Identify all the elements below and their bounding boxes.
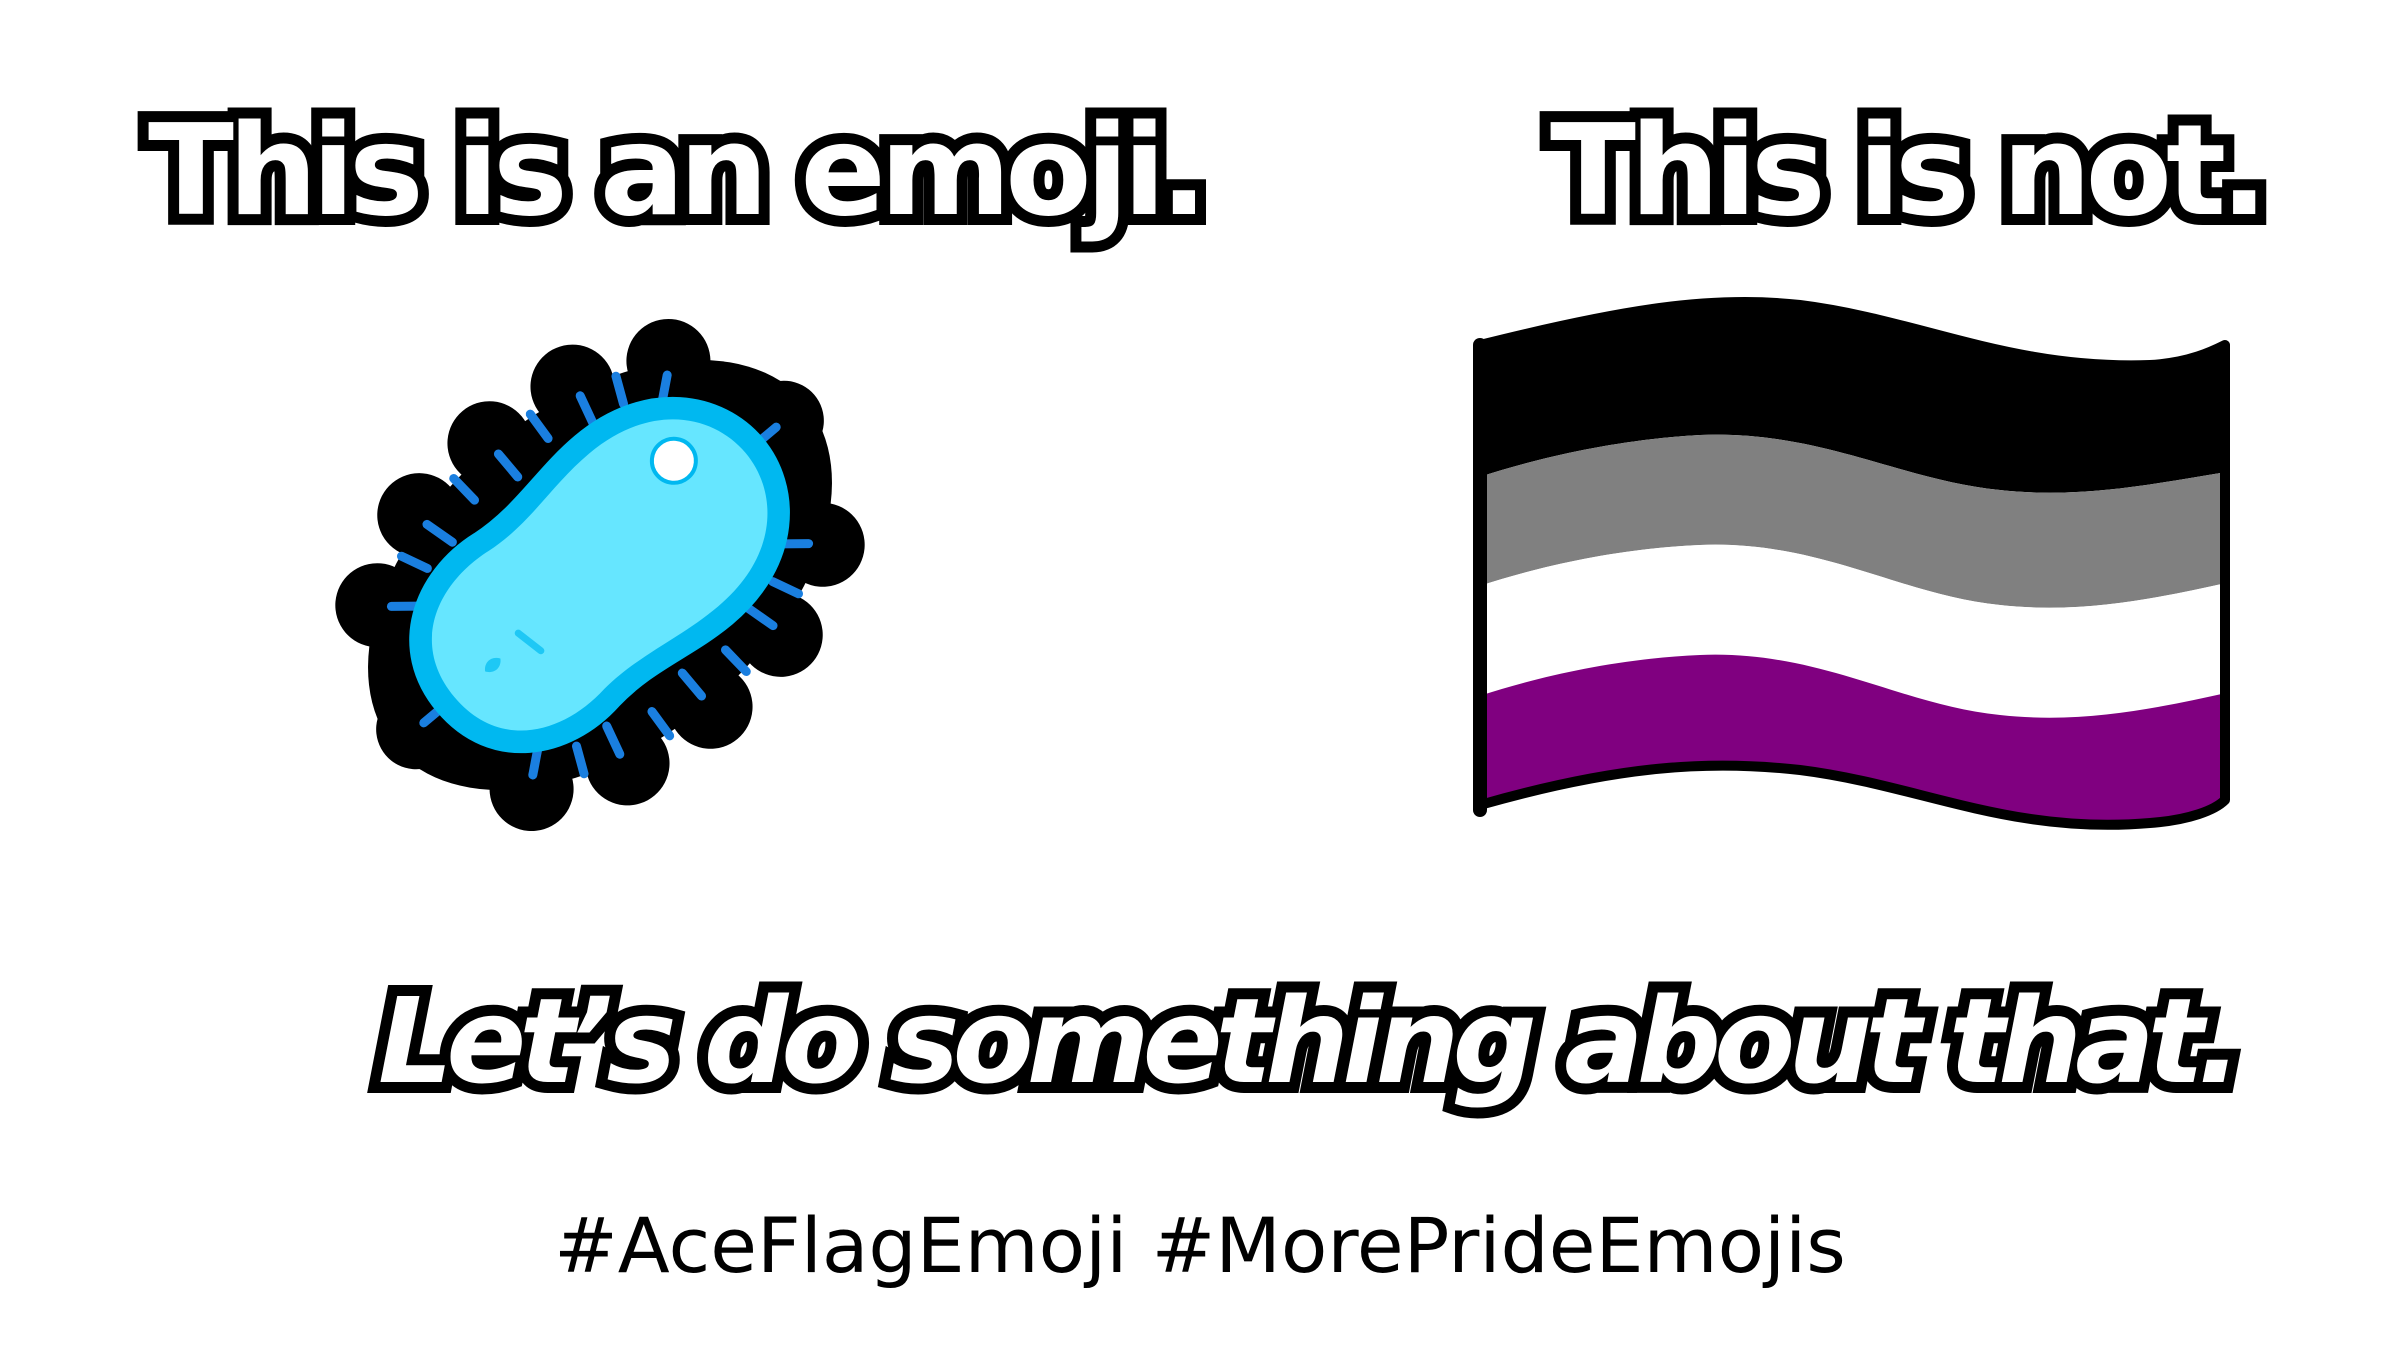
heading-this-is-an-emoji: This is an emoji. xyxy=(137,97,1219,245)
microbe-outline xyxy=(335,318,865,832)
microbe-icon xyxy=(330,305,870,845)
heading-this-is-not: This is not. xyxy=(1539,97,2279,245)
tagline: Let’s do something about that. xyxy=(367,971,2253,1111)
asexual-flag-icon xyxy=(1470,295,2240,865)
microbe-icon-graphic xyxy=(335,318,865,832)
hashtags: #AceFlagEmoji #MorePrideEmojis xyxy=(554,1201,1846,1290)
asexual-flag-graphic xyxy=(1473,296,2230,830)
